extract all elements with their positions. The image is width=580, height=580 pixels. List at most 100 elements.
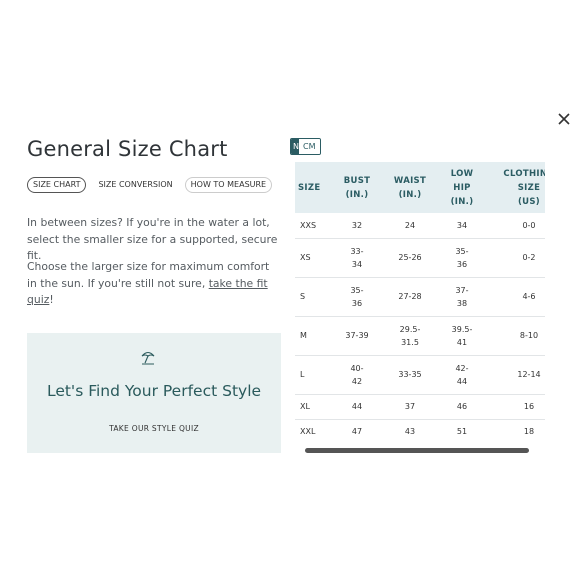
hip-value: 42- xyxy=(455,363,469,373)
header-hip-unit: (IN.) xyxy=(450,196,474,207)
size-cell: XXL xyxy=(295,419,335,444)
size-cell: XXS xyxy=(295,213,335,239)
bust-value: 32 xyxy=(351,220,363,230)
hip-cell: 34 xyxy=(441,213,483,239)
close-icon[interactable] xyxy=(557,112,575,130)
bust-cell: 32 xyxy=(335,213,379,239)
clothing-cell: 0-2 xyxy=(483,238,545,278)
hip-value-end: 38 xyxy=(456,298,468,308)
tab-size-chart[interactable]: SIZE CHART xyxy=(27,177,87,193)
waist-cell: 37 xyxy=(379,394,441,420)
waist-cell: 25-26 xyxy=(379,238,441,278)
take-style-quiz-button[interactable]: TAKE OUR STYLE QUIZ xyxy=(27,424,281,433)
comfort-advice-text: Choose the larger size for maximum comfo… xyxy=(27,259,282,309)
waist-value: 27-28 xyxy=(398,292,422,301)
page-title: General Size Chart xyxy=(27,137,228,161)
bust-value: 44 xyxy=(351,402,363,411)
bust-value: 35- xyxy=(350,285,364,295)
waist-value: 33-35 xyxy=(398,370,422,379)
hip-value: 37- xyxy=(455,285,469,295)
table-horizontal-scrollbar[interactable] xyxy=(305,448,529,453)
table-row: XXL 47 43 51 18 xyxy=(295,419,545,444)
bust-cell: 47 xyxy=(335,419,379,444)
style-quiz-promo: Let's Find Your Perfect Style TAKE OUR S… xyxy=(27,333,281,453)
bust-value: 33- xyxy=(350,246,364,256)
tab-how-to-measure[interactable]: HOW TO MEASURE xyxy=(184,177,273,193)
unit-inches-option[interactable]: N xyxy=(291,139,299,154)
table-row: XL 44 37 46 16 xyxy=(295,394,545,420)
hip-cell: 37- 38 xyxy=(441,277,483,317)
clothing-cell: 8-10 xyxy=(483,316,545,356)
hip-value: 35- xyxy=(455,246,469,256)
beach-umbrella-icon xyxy=(141,351,155,365)
hip-value-end: 44 xyxy=(456,376,468,386)
header-bust-line: BUST xyxy=(343,175,371,186)
header-waist-line: WAIST xyxy=(393,175,427,186)
table-header-row: SIZE BUST (IN.) WAIST (IN.) LOW HIP (IN.) CL… xyxy=(295,162,545,213)
sizing-advice-text: In between sizes? If you're in the water… xyxy=(27,216,278,262)
hip-cell: 42- 44 xyxy=(441,355,483,395)
header-bust: BUST (IN.) xyxy=(335,162,379,213)
tab-size-conversion[interactable]: SIZE CONVERSION xyxy=(92,177,178,193)
bust-value-end: 42 xyxy=(351,376,363,386)
hip-value: 51 xyxy=(456,427,468,436)
clothing-cell: 12-14 xyxy=(483,355,545,395)
waist-value-end: 31.5 xyxy=(401,337,419,347)
waist-value: 25-26 xyxy=(398,253,422,262)
header-clothing-size: CLOTHING SIZE (US) xyxy=(483,162,545,213)
waist-cell: 29.5- 31.5 xyxy=(379,316,441,356)
header-clothing-line1: CLOTHING xyxy=(503,168,545,179)
bust-value-end: 34 xyxy=(351,259,363,269)
hip-value-end: 36 xyxy=(456,259,468,269)
header-waist-unit: (IN.) xyxy=(398,189,422,200)
table-row: M 37-39 29.5- 31.5 39.5- 41 8-10 xyxy=(295,316,545,356)
hip-value-end: 41 xyxy=(456,337,468,347)
header-waist: WAIST (IN.) xyxy=(379,162,441,213)
size-tabs: SIZE CHART SIZE CONVERSION HOW TO MEASUR… xyxy=(27,177,273,193)
clothing-cell: 4-6 xyxy=(483,277,545,317)
clothing-cell: 0-0 xyxy=(483,213,545,239)
bust-cell: 33- 34 xyxy=(335,238,379,278)
header-clothing-line2: SIZE xyxy=(517,182,541,193)
clothing-cell: 16 xyxy=(483,394,545,420)
bust-cell: 37-39 xyxy=(335,316,379,356)
hip-value: 39.5- xyxy=(451,324,473,334)
table-row: XXS 32 24 34 0-0 xyxy=(295,213,545,239)
header-size-line: SIZE xyxy=(298,182,321,193)
waist-cell: 43 xyxy=(379,419,441,444)
table-row: S 35- 36 27-28 37- 38 4-6 xyxy=(295,277,545,317)
header-bust-unit: (IN.) xyxy=(345,189,369,200)
promo-headline: Let's Find Your Perfect Style xyxy=(46,382,262,400)
unit-cm-option[interactable]: CM xyxy=(299,139,320,154)
waist-cell: 24 xyxy=(379,213,441,239)
size-cell: XL xyxy=(295,394,335,420)
header-low-hip: LOW HIP (IN.) xyxy=(441,162,483,213)
header-size: SIZE xyxy=(295,162,335,213)
waist-cell: 27-28 xyxy=(379,277,441,317)
unit-toggle: N CM xyxy=(290,138,321,155)
waist-value: 24 xyxy=(404,220,416,230)
size-cell: XS xyxy=(295,238,335,278)
header-hip-line1: LOW xyxy=(450,168,474,179)
clothing-cell: 18 xyxy=(483,419,545,444)
size-cell: L xyxy=(295,355,335,395)
table-row: XS 33- 34 25-26 35- 36 0-2 xyxy=(295,238,545,278)
waist-cell: 33-35 xyxy=(379,355,441,395)
waist-value: 37 xyxy=(404,402,416,411)
hip-value: 34 xyxy=(456,220,468,230)
header-hip-line2: HIP xyxy=(453,182,471,193)
hip-cell: 39.5- 41 xyxy=(441,316,483,356)
hip-cell: 35- 36 xyxy=(441,238,483,278)
size-cell: M xyxy=(295,316,335,356)
size-table: SIZE BUST (IN.) WAIST (IN.) LOW HIP (IN.) CL… xyxy=(295,162,545,444)
bust-value: 47 xyxy=(351,427,363,436)
bust-value: 40- xyxy=(350,363,364,373)
hip-cell: 51 xyxy=(441,419,483,444)
hip-cell: 46 xyxy=(441,394,483,420)
waist-value: 29.5- xyxy=(399,324,421,334)
bust-value-end: 36 xyxy=(351,298,363,308)
waist-value: 43 xyxy=(404,427,416,436)
size-table-container[interactable]: SIZE BUST (IN.) WAIST (IN.) LOW HIP (IN.) CL… xyxy=(295,162,545,444)
comfort-advice-suffix: ! xyxy=(49,293,54,306)
bust-cell: 35- 36 xyxy=(335,277,379,317)
